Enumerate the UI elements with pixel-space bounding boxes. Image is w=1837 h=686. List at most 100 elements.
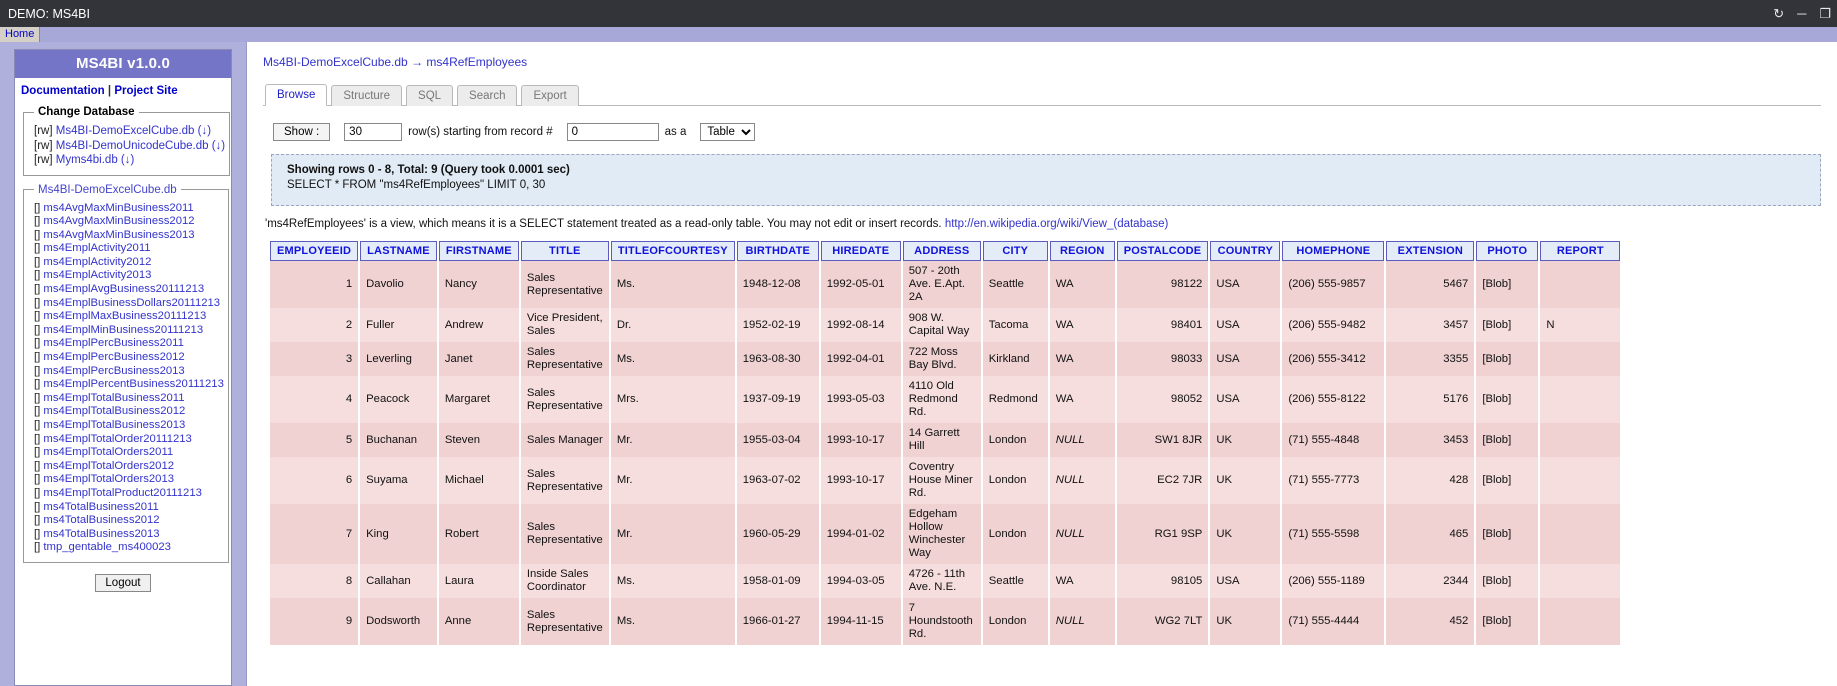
column-header[interactable]: REPORT <box>1540 241 1621 261</box>
table-link[interactable]: ms4EmplTotalBusiness2013 <box>43 419 185 431</box>
documentation-link[interactable]: Documentation <box>21 85 105 97</box>
table-cell: 1960-05-29 <box>736 504 819 564</box>
table-link[interactable]: ms4EmplActivity2011 <box>43 242 150 254</box>
table-cell: Sales Representative <box>520 261 609 308</box>
column-header[interactable]: HOMEPHONE <box>1282 241 1385 261</box>
column-header[interactable]: HIREDATE <box>820 241 901 261</box>
table-cell <box>1540 342 1621 376</box>
table-link[interactable]: ms4TotalBusiness2013 <box>43 528 159 540</box>
database-link[interactable]: Ms4BI-DemoExcelCube.db <box>56 125 195 137</box>
tab-search[interactable]: Search <box>457 85 518 106</box>
table-link[interactable]: tmp_gentable_ms400023 <box>43 541 171 553</box>
table-cell: 1966-01-27 <box>736 598 819 645</box>
table-link[interactable]: ms4EmplTotalBusiness2011 <box>43 392 184 404</box>
home-tab[interactable]: Home <box>0 27 41 42</box>
breadcrumb-table-link[interactable]: ms4RefEmployees <box>426 55 527 69</box>
table-cell: 4 <box>270 376 359 423</box>
table-list-item: [] ms4TotalBusiness2011 <box>34 501 224 515</box>
query-sql: SELECT * FROM "ms4RefEmployees" LIMIT 0,… <box>287 179 546 191</box>
database-download-icon[interactable]: (↓) <box>118 154 134 166</box>
view-wikipedia-link[interactable]: http://en.wikipedia.org/wiki/View_(datab… <box>945 218 1169 230</box>
column-header[interactable]: LASTNAME <box>360 241 437 261</box>
start-record-input[interactable] <box>566 123 659 141</box>
table-cell: USA <box>1210 564 1281 598</box>
table-cell: (71) 555-4848 <box>1282 423 1385 457</box>
table-cell: WA <box>1049 376 1115 423</box>
breadcrumb-database-link[interactable]: Ms4BI-DemoExcelCube.db <box>263 55 408 69</box>
column-header[interactable]: EMPLOYEEID <box>270 241 359 261</box>
logout-button[interactable]: Logout <box>95 573 151 592</box>
project-site-link[interactable]: Project Site <box>114 85 177 97</box>
table-list-item: [] ms4EmplPercBusiness2013 <box>34 365 224 379</box>
table-link[interactable]: ms4AvgMaxMinBusiness2011 <box>43 202 193 214</box>
refresh-icon[interactable]: ↻ <box>1773 7 1784 20</box>
table-cell: 1993-10-17 <box>820 423 901 457</box>
table-cell: 1993-10-17 <box>820 457 901 504</box>
table-link[interactable]: ms4EmplTotalProduct20111213 <box>43 487 201 499</box>
table-cell <box>1540 564 1621 598</box>
table-link[interactable]: ms4EmplMaxBusiness20111213 <box>43 310 206 322</box>
show-button[interactable]: Show : <box>273 123 331 141</box>
database-download-icon[interactable]: (↓) <box>194 125 211 137</box>
table-link[interactable]: ms4EmplTotalBusiness2012 <box>43 405 185 417</box>
table-cell: SW1 8JR <box>1116 423 1209 457</box>
table-link[interactable]: ms4EmplAvgBusiness20111213 <box>43 283 204 295</box>
table-link[interactable]: ms4EmplPercBusiness2013 <box>43 365 184 377</box>
table-link[interactable]: ms4EmplPercBusiness2011 <box>43 337 183 349</box>
tab-structure[interactable]: Structure <box>331 85 403 106</box>
table-list-item: [] ms4TotalBusiness2013 <box>34 528 224 542</box>
tab-export[interactable]: Export <box>521 85 579 106</box>
column-header[interactable]: POSTALCODE <box>1116 241 1209 261</box>
table-link[interactable]: ms4EmplActivity2013 <box>43 269 151 281</box>
rows-count-input[interactable] <box>344 123 403 141</box>
column-header[interactable]: REGION <box>1049 241 1115 261</box>
tab-sql[interactable]: SQL <box>406 85 454 106</box>
table-cell: [Blob] <box>1476 564 1539 598</box>
table-link[interactable]: ms4EmplBusinessDollars20111213 <box>43 297 220 309</box>
table-cell: 3453 <box>1386 423 1475 457</box>
table-link[interactable]: ms4TotalBusiness2012 <box>43 514 159 526</box>
column-header[interactable]: ADDRESS <box>902 241 981 261</box>
column-header[interactable]: BIRTHDATE <box>736 241 819 261</box>
table-link[interactable]: ms4AvgMaxMinBusiness2012 <box>43 215 194 227</box>
table-cell <box>1540 504 1621 564</box>
table-link[interactable]: ms4EmplTotalOrders2012 <box>43 460 174 472</box>
column-header[interactable]: EXTENSION <box>1386 241 1475 261</box>
table-cell: 1993-05-03 <box>820 376 901 423</box>
table-cell: NULL <box>1049 504 1115 564</box>
table-cell: Kirkland <box>982 342 1048 376</box>
column-header[interactable]: PHOTO <box>1476 241 1539 261</box>
table-link[interactable]: ms4AvgMaxMinBusiness2013 <box>43 229 194 241</box>
database-link[interactable]: Ms4BI-DemoUnicodeCube.db <box>56 140 209 152</box>
column-header[interactable]: CITY <box>982 241 1048 261</box>
column-header[interactable]: TITLEOFCOURTESY <box>610 241 735 261</box>
database-download-icon[interactable]: (↓) <box>209 140 225 152</box>
table-flag: [] <box>34 255 44 268</box>
table-cell: Edgeham Hollow Winchester Way <box>902 504 981 564</box>
column-header[interactable]: COUNTRY <box>1210 241 1281 261</box>
maximize-icon[interactable]: ❐ <box>1819 7 1831 20</box>
minimize-icon[interactable]: ─ <box>1797 7 1806 20</box>
table-link[interactable]: ms4EmplTotalOrders2013 <box>43 473 174 485</box>
sidebar-doc-links: Documentation | Project Site <box>15 78 231 101</box>
table-cell: USA <box>1210 308 1281 342</box>
table-link[interactable]: ms4EmplTotalOrder20111213 <box>43 433 191 445</box>
column-header[interactable]: FIRSTNAME <box>438 241 519 261</box>
table-flag: [] <box>34 283 44 296</box>
tab-browse[interactable]: Browse <box>265 84 328 106</box>
table-cell <box>1540 376 1621 423</box>
table-link[interactable]: ms4TotalBusiness2011 <box>43 501 158 513</box>
table-cell <box>1540 598 1621 645</box>
table-link[interactable]: ms4EmplActivity2012 <box>43 256 151 268</box>
table-cell: 1958-01-09 <box>736 564 819 598</box>
table-cell: Sales Representative <box>520 457 609 504</box>
column-header[interactable]: TITLE <box>520 241 609 261</box>
table-link[interactable]: ms4EmplMinBusiness20111213 <box>43 324 203 336</box>
table-row: 1 Davolio Nancy Sales Representative Ms. 1948… <box>270 261 1621 308</box>
table-link[interactable]: ms4EmplPercentBusiness20111213 <box>43 378 223 390</box>
display-format-select[interactable]: TableChart <box>700 123 756 141</box>
table-link[interactable]: ms4EmplTotalOrders2011 <box>43 446 173 458</box>
table-link[interactable]: ms4EmplPercBusiness2012 <box>43 351 184 363</box>
database-link[interactable]: Myms4bi.db <box>56 154 118 166</box>
table-cell: Dodsworth <box>360 598 437 645</box>
